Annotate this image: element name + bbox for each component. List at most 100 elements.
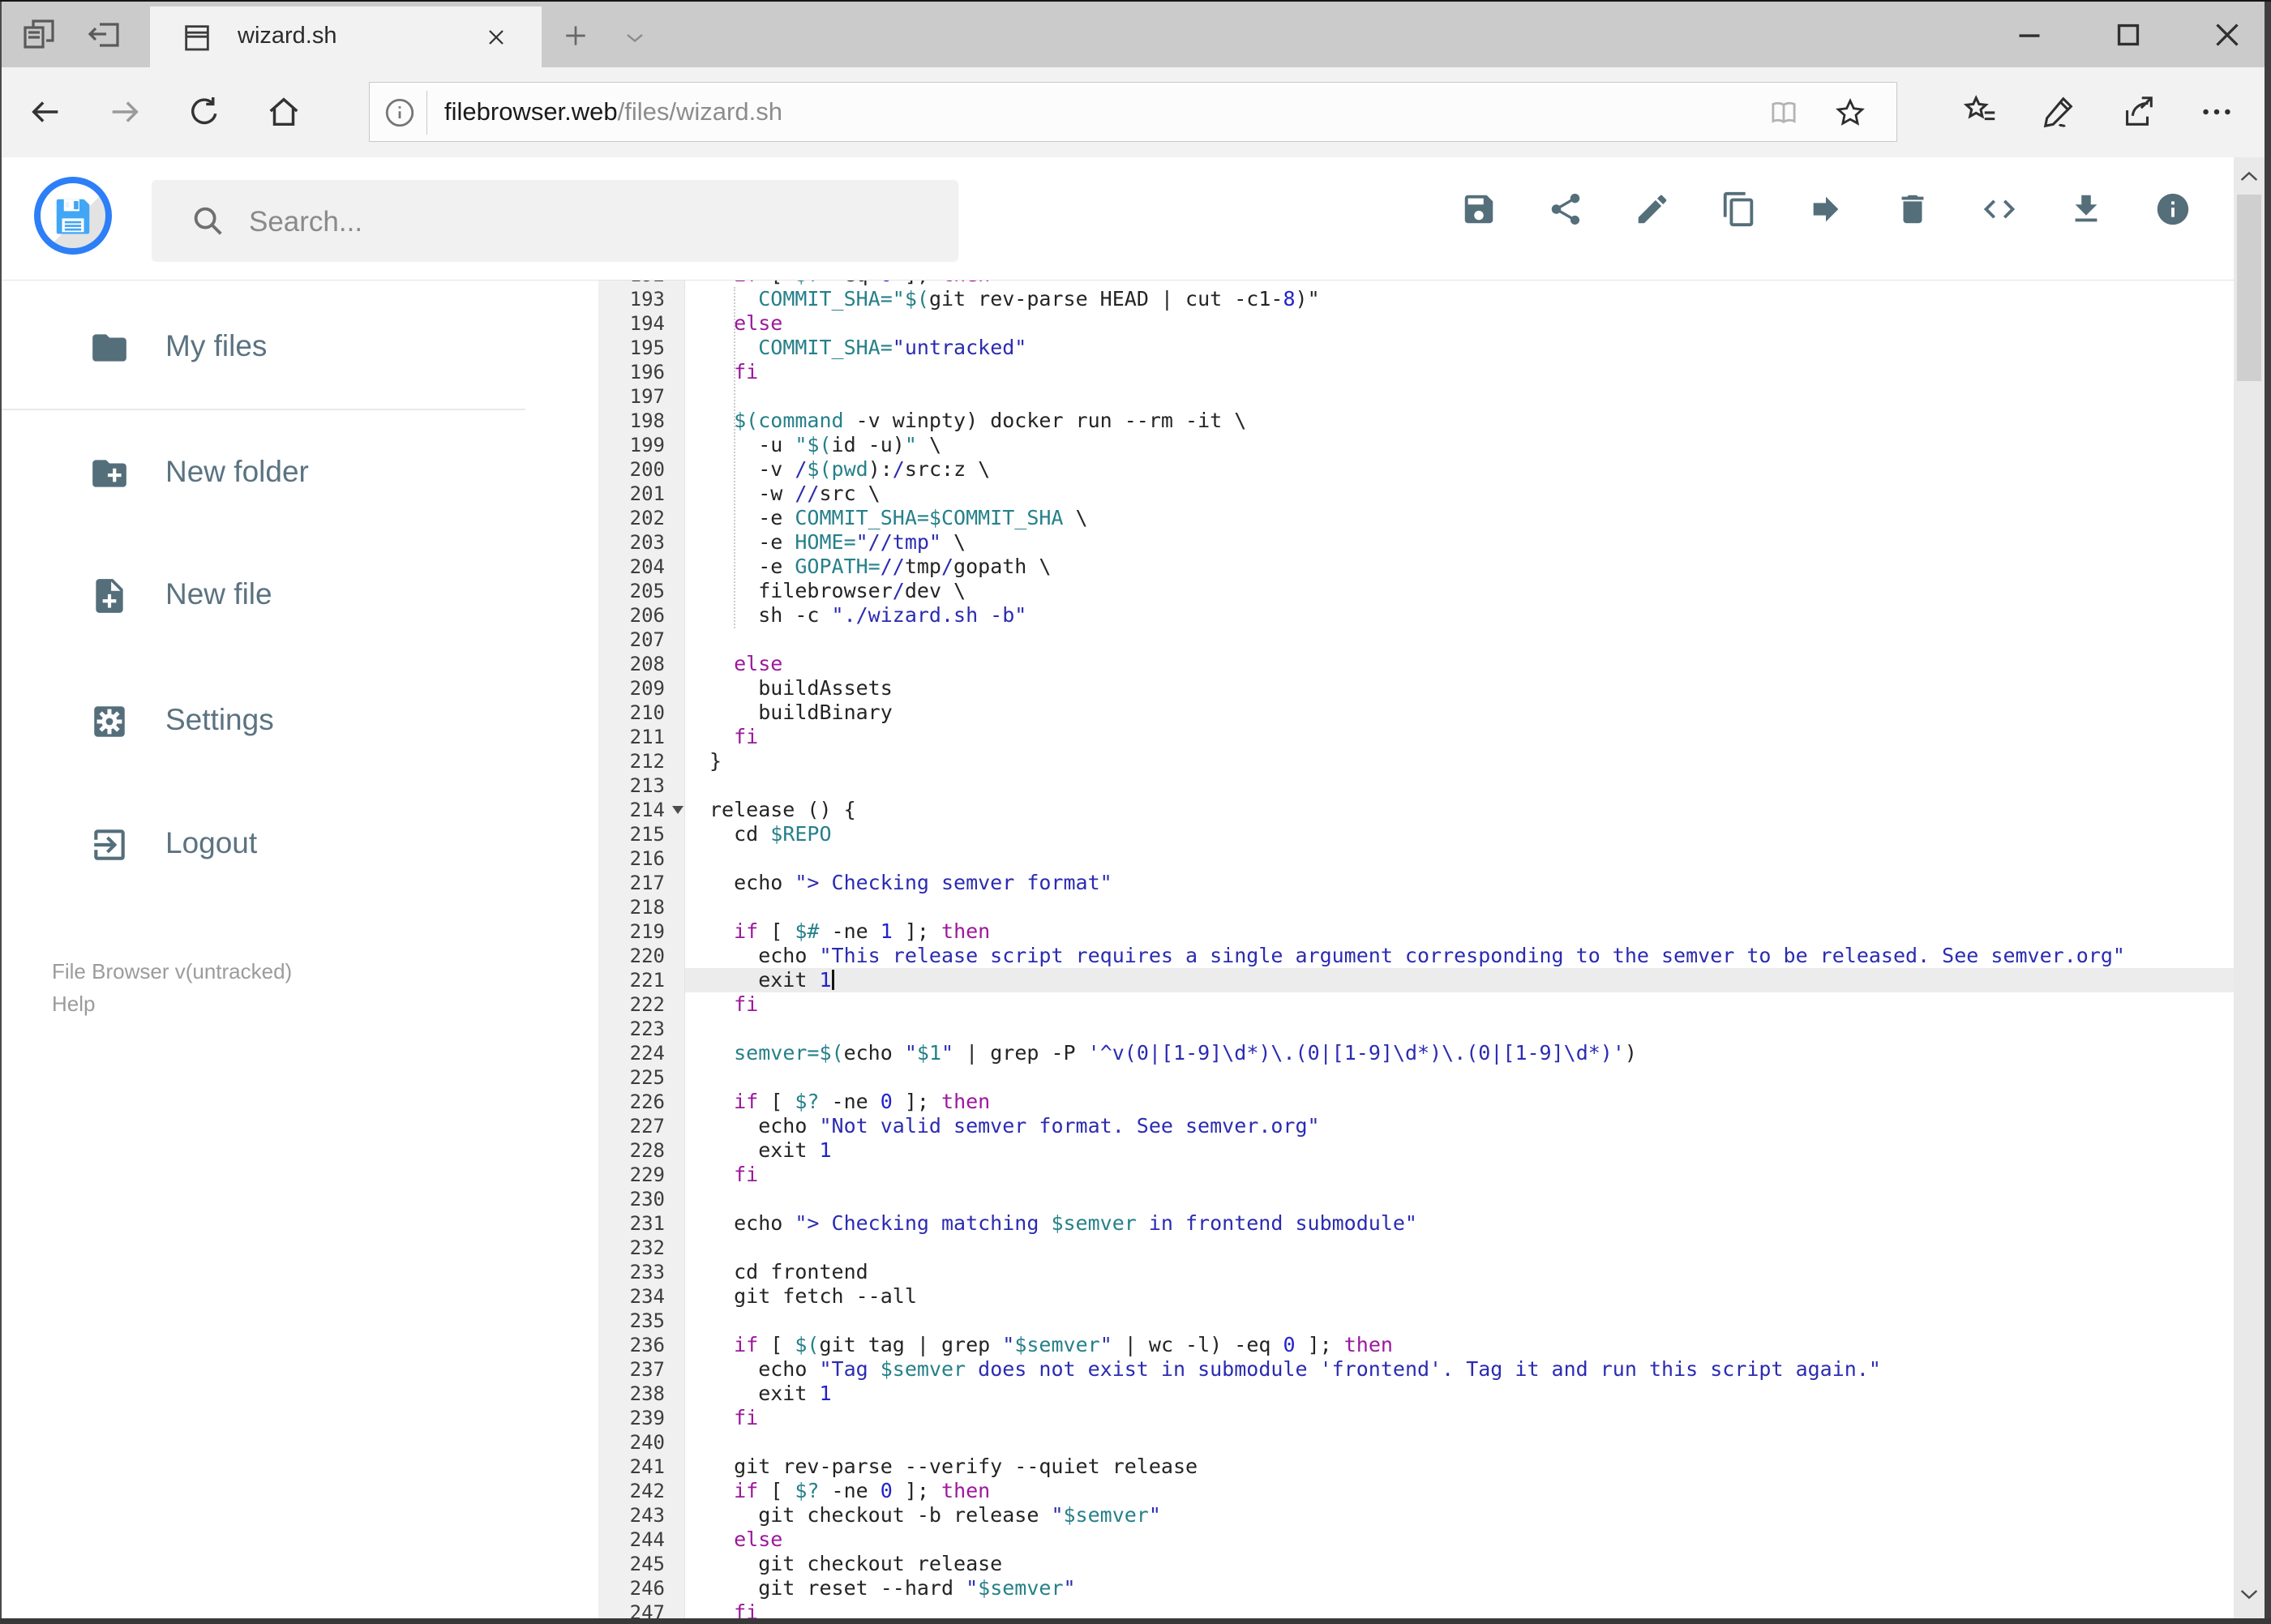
code-text[interactable] [685, 1309, 2234, 1333]
code-text[interactable]: -e HOME="//tmp" \ [685, 530, 2234, 555]
scroll-up-icon[interactable] [2236, 164, 2262, 190]
code-text[interactable]: exit 1 [685, 1138, 2234, 1163]
sidebar-item-my-files[interactable]: My files [0, 319, 568, 376]
code-text[interactable]: fi [685, 1406, 2234, 1430]
move-icon[interactable] [1807, 191, 1845, 228]
code-text[interactable] [685, 846, 2234, 871]
code-text[interactable]: if [ $(git tag | grep "$semver" | wc -l)… [685, 1333, 2234, 1357]
code-text[interactable]: echo "Not valid semver format. See semve… [685, 1114, 2234, 1138]
code-text[interactable]: -e COMMIT_SHA=$COMMIT_SHA \ [685, 506, 2234, 530]
code-text[interactable]: echo "> Checking semver format" [685, 871, 2234, 895]
code-text[interactable]: else [685, 1528, 2234, 1552]
new-tab-plus-icon[interactable] [559, 19, 598, 58]
code-text[interactable]: $(command -v winpty) docker run --rm -it… [685, 409, 2234, 433]
favorite-star-icon[interactable] [1833, 96, 1867, 130]
fold-marker-icon[interactable] [672, 806, 683, 814]
code-text[interactable]: git fetch --all [685, 1284, 2234, 1309]
delete-icon[interactable] [1894, 191, 1931, 228]
tab-preview-icon[interactable] [20, 15, 59, 54]
browser-tab[interactable]: wizard.sh [150, 6, 542, 67]
close-window-icon[interactable] [2207, 15, 2247, 55]
code-text[interactable]: else [685, 311, 2234, 336]
sidebar-item-logout[interactable]: Logout [0, 816, 568, 873]
code-text[interactable]: fi [685, 360, 2234, 384]
code-text[interactable]: fi [685, 992, 2234, 1017]
filebrowser-logo[interactable] [34, 177, 112, 255]
hub-icon[interactable] [1962, 93, 1999, 131]
more-dots-icon[interactable] [2198, 93, 2235, 131]
minimize-icon[interactable] [2009, 15, 2050, 55]
code-text[interactable]: -v /$(pwd):/src:z \ [685, 457, 2234, 482]
code-text[interactable]: -e GOPATH=//tmp/gopath \ [685, 555, 2234, 579]
home-icon[interactable] [265, 93, 302, 131]
code-text[interactable]: -u "$(id -u)" \ [685, 433, 2234, 457]
code-text[interactable]: exit 1 [685, 968, 2234, 992]
code-text[interactable] [685, 1236, 2234, 1260]
code-text[interactable]: if [ $? -eq 0 ]; then [685, 281, 2234, 287]
code-text[interactable]: git checkout release [685, 1552, 2234, 1576]
sidebar-item-new-file[interactable]: New file [0, 568, 568, 624]
refresh-icon[interactable] [186, 93, 223, 131]
share-page-icon[interactable] [2119, 93, 2157, 131]
sidebar-item-new-folder[interactable]: New folder [0, 445, 568, 502]
code-text[interactable]: echo "> Checking matching $semver in fro… [685, 1211, 2234, 1236]
search-box[interactable] [152, 180, 958, 264]
tabs-aside-icon[interactable] [85, 15, 124, 54]
code-text[interactable]: echo "This release script requires a sin… [685, 944, 2234, 968]
sidebar-item-settings[interactable]: Settings [0, 693, 568, 750]
code-text[interactable]: fi [685, 1600, 2234, 1620]
code-text[interactable]: if [ $# -ne 1 ]; then [685, 919, 2234, 944]
download-icon[interactable] [2067, 191, 2105, 228]
reading-view-icon[interactable] [1767, 96, 1801, 130]
code-text[interactable]: buildBinary [685, 701, 2234, 725]
site-info-icon[interactable] [383, 96, 417, 130]
help-link[interactable]: Help [52, 988, 292, 1020]
code-text[interactable]: git checkout -b release "$semver" [685, 1503, 2234, 1528]
code-text[interactable] [685, 628, 2234, 652]
code-text[interactable]: cd $REPO [685, 822, 2234, 846]
save-icon[interactable] [1460, 191, 1498, 228]
tabs-chevron-icon[interactable] [620, 23, 659, 62]
info-icon[interactable] [2154, 191, 2192, 228]
code-text[interactable]: semver=$(echo "$1" | grep -P '^v(0|[1-9]… [685, 1041, 2234, 1065]
code-icon[interactable] [1981, 191, 2018, 228]
code-text[interactable]: cd frontend [685, 1260, 2234, 1284]
scrollbar-thumb[interactable] [2237, 195, 2261, 381]
code-text[interactable]: if [ $? -ne 0 ]; then [685, 1090, 2234, 1114]
url-text[interactable]: filebrowser.web/files/wizard.sh [444, 83, 782, 141]
code-text[interactable]: buildAssets [685, 676, 2234, 701]
url-bar[interactable]: filebrowser.web/files/wizard.sh [369, 82, 1897, 142]
code-text[interactable]: fi [685, 1163, 2234, 1187]
maximize-icon[interactable] [2108, 15, 2149, 55]
code-text[interactable] [685, 1017, 2234, 1041]
code-text[interactable] [685, 1187, 2234, 1211]
code-text[interactable]: COMMIT_SHA="$(git rev-parse HEAD | cut -… [685, 287, 2234, 311]
code-text[interactable]: release () { [685, 798, 2234, 822]
share-icon[interactable] [1547, 191, 1584, 228]
code-text[interactable]: sh -c "./wizard.sh -b" [685, 603, 2234, 628]
annotate-pen-icon[interactable] [2041, 93, 2078, 131]
code-text[interactable] [685, 1430, 2234, 1455]
back-icon[interactable] [27, 93, 64, 131]
edit-icon[interactable] [1634, 191, 1671, 228]
copy-icon[interactable] [1720, 191, 1758, 228]
code-text[interactable]: if [ $? -ne 0 ]; then [685, 1479, 2234, 1503]
code-text[interactable]: filebrowser/dev \ [685, 579, 2234, 603]
code-text[interactable]: exit 1 [685, 1382, 2234, 1406]
search-input[interactable] [247, 180, 932, 264]
code-text[interactable]: git rev-parse --verify --quiet release [685, 1455, 2234, 1479]
code-text[interactable]: else [685, 652, 2234, 676]
code-text[interactable]: -w //src \ [685, 482, 2234, 506]
page-scrollbar[interactable] [2234, 157, 2265, 1620]
tab-close-icon[interactable] [483, 24, 509, 50]
code-text[interactable]: git reset --hard "$semver" [685, 1576, 2234, 1600]
forward-icon[interactable] [106, 93, 144, 131]
code-text[interactable] [685, 773, 2234, 798]
code-text[interactable] [685, 384, 2234, 409]
code-text[interactable] [685, 895, 2234, 919]
code-text[interactable]: } [685, 749, 2234, 773]
code-text[interactable]: COMMIT_SHA="untracked" [685, 336, 2234, 360]
code-text[interactable]: fi [685, 725, 2234, 749]
code-text[interactable] [685, 1065, 2234, 1090]
scroll-down-icon[interactable] [2236, 1581, 2262, 1607]
